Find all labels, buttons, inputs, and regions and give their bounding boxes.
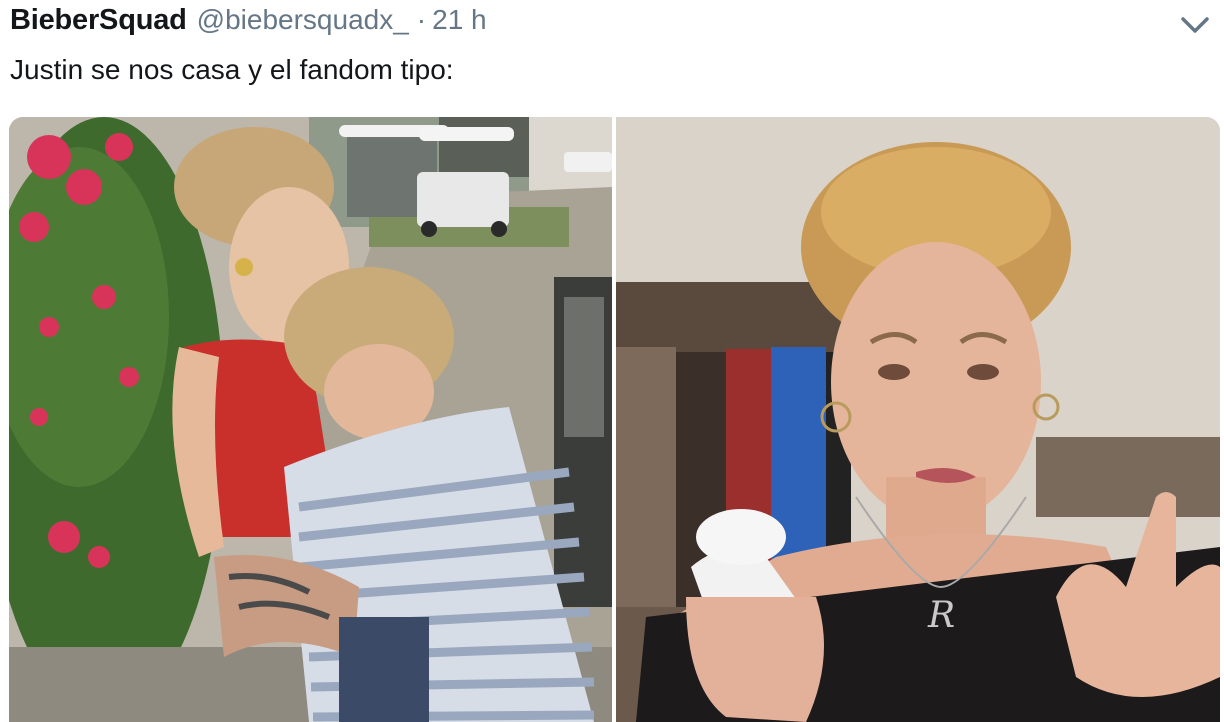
svg-text:R: R: [927, 595, 955, 636]
tweet-header: BieberSquad @biebersquadx_ · 21 h: [10, 4, 487, 44]
tweet-card: BieberSquad @biebersquadx_ · 21 h Justin…: [0, 0, 1224, 722]
tweet-text: Justin se nos casa y el fandom tipo:: [10, 54, 454, 85]
couple-hugging-photo[interactable]: [9, 117, 612, 722]
chevron-down-icon: [1181, 17, 1209, 33]
separator-dot: ·: [416, 4, 427, 35]
tweet-menu-button[interactable]: [1178, 10, 1212, 40]
display-name[interactable]: BieberSquad: [10, 4, 187, 37]
user-handle[interactable]: @biebersquadx_: [197, 4, 409, 36]
crying-woman-with-tissue-photo[interactable]: R: [616, 117, 1220, 722]
tweet-timestamp[interactable]: 21 h: [432, 4, 487, 36]
tweet-media[interactable]: R: [9, 117, 1220, 722]
